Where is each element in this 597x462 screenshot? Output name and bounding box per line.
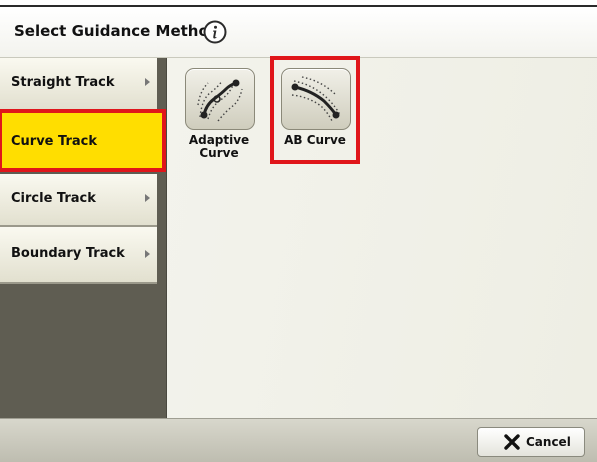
footer-bar: Cancel bbox=[0, 418, 597, 462]
sidebar-item-label: Circle Track bbox=[11, 191, 96, 206]
sidebar: Straight Track Curve Track Circle Track … bbox=[0, 58, 167, 418]
sidebar-item-curve-track[interactable]: Curve Track bbox=[0, 109, 166, 172]
cancel-label: Cancel bbox=[526, 435, 571, 449]
close-icon bbox=[504, 434, 520, 450]
sidebar-item-label: Curve Track bbox=[11, 134, 97, 149]
chevron-right-icon bbox=[145, 250, 150, 258]
ab-curve-label: AB Curve bbox=[277, 134, 353, 147]
adaptive-curve-button[interactable] bbox=[185, 68, 255, 130]
method-panel: Adaptive Curve AB Curve bbox=[167, 56, 597, 418]
header-bar: Select Guidance Method bbox=[0, 7, 597, 58]
sidebar-item-label: Straight Track bbox=[11, 75, 115, 90]
guidance-window: Select Guidance Method Straight Track Cu… bbox=[0, 5, 597, 462]
ab-curve-button[interactable] bbox=[281, 68, 351, 130]
info-icon[interactable] bbox=[203, 20, 227, 44]
sidebar-item-circle-track[interactable]: Circle Track bbox=[0, 174, 157, 227]
page-title: Select Guidance Method bbox=[14, 22, 220, 40]
ab-curve-label-line1: AB Curve bbox=[284, 133, 346, 147]
chevron-right-icon bbox=[145, 78, 150, 86]
cancel-button[interactable]: Cancel bbox=[477, 427, 585, 457]
sidebar-item-straight-track[interactable]: Straight Track bbox=[0, 58, 157, 111]
adaptive-curve-label: Adaptive Curve bbox=[181, 134, 257, 160]
adaptive-curve-icon bbox=[197, 79, 243, 122]
sidebar-item-boundary-track[interactable]: Boundary Track bbox=[0, 227, 157, 284]
adaptive-curve-label-line2: Curve bbox=[199, 146, 239, 160]
ab-curve-icon bbox=[291, 76, 341, 122]
sidebar-item-label: Boundary Track bbox=[11, 246, 125, 261]
chevron-right-icon bbox=[145, 194, 150, 202]
